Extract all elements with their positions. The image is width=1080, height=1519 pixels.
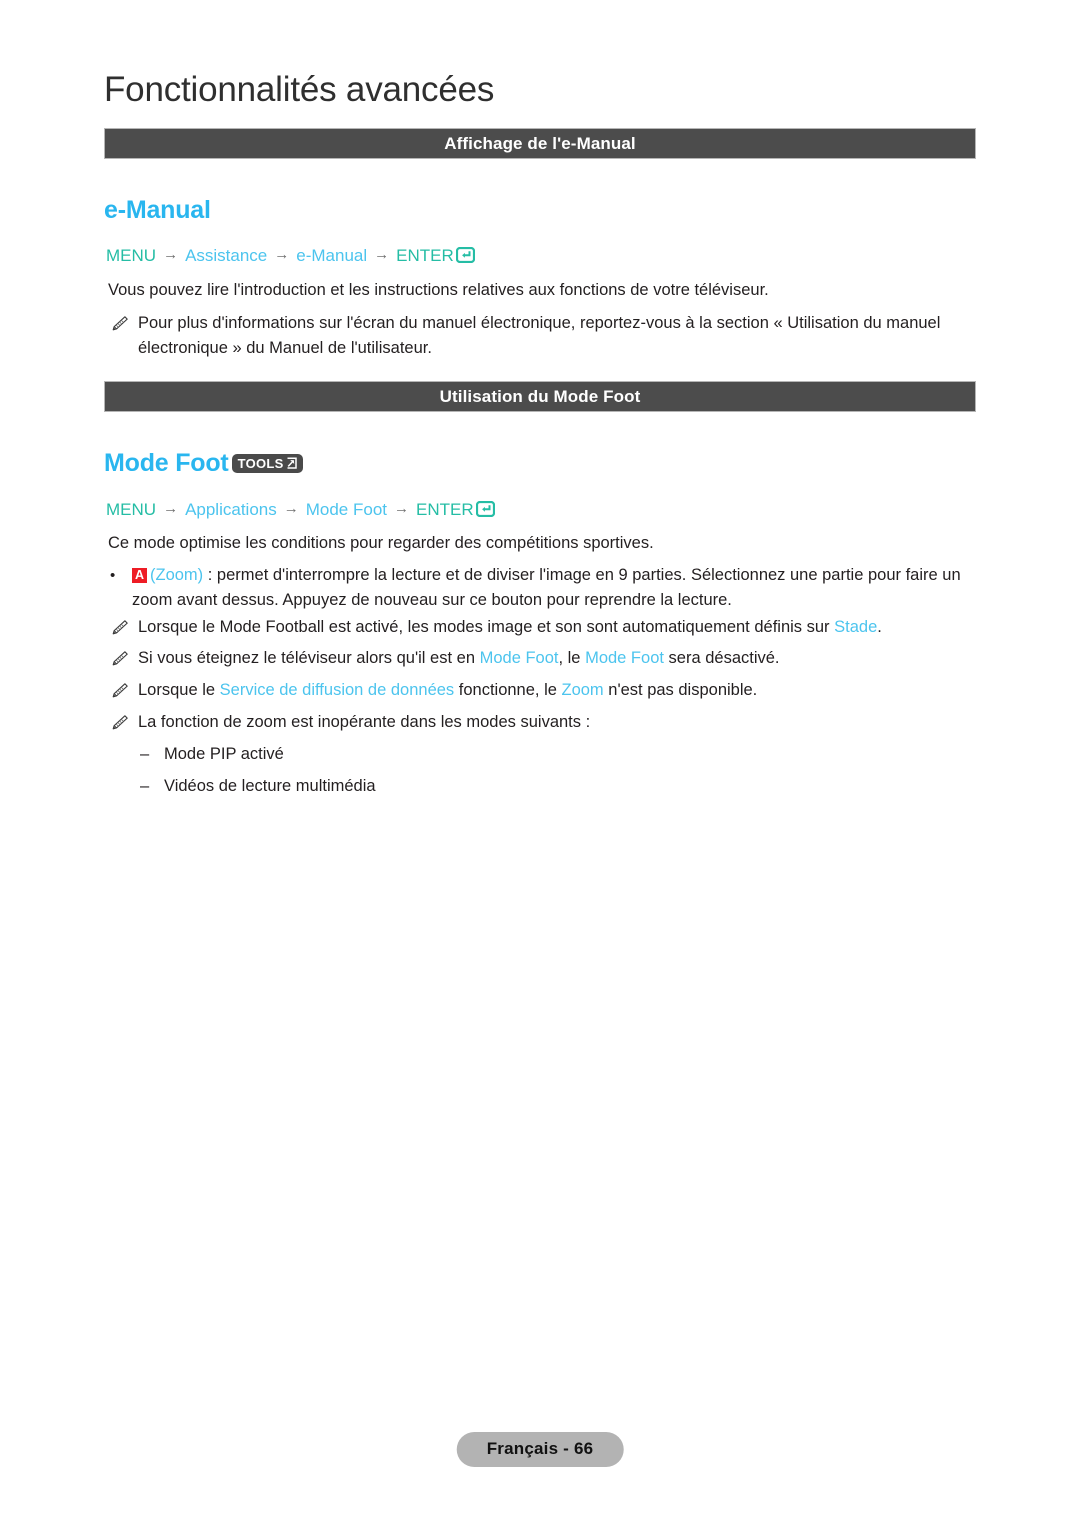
bullet-dot-icon: • bbox=[110, 567, 116, 584]
section-bar-modefoot: Utilisation du Mode Foot bbox=[104, 381, 976, 412]
path-step-emanual: e-Manual bbox=[296, 245, 368, 265]
dash-bullet-icon: – bbox=[140, 777, 150, 795]
path-arrow-icon: → bbox=[163, 246, 179, 263]
section-bar-label: Affichage de l'e-Manual bbox=[444, 133, 636, 153]
path-menu-label: MENU bbox=[106, 245, 157, 265]
intro-paragraph-modefoot: Ce mode optimise les conditions pour reg… bbox=[108, 534, 654, 552]
path-arrow-icon: → bbox=[274, 246, 290, 263]
path-enter-label: ENTER bbox=[396, 245, 454, 265]
manual-page: Fonctionnalités avancées Affichage de l'… bbox=[0, 0, 1080, 1519]
section-bar-emanual: Affichage de l'e-Manual bbox=[104, 128, 976, 159]
note-text: Pour plus d'informations sur l'écran du … bbox=[138, 314, 941, 357]
inline-text: La fonction de zoom est inopérante dans … bbox=[138, 713, 591, 731]
path-step-modefoot: Mode Foot bbox=[305, 499, 387, 519]
note-row: Lorsque le Service de diffusion de donné… bbox=[112, 678, 968, 703]
enter-return-icon bbox=[475, 500, 495, 522]
list-item: – Mode PIP activé bbox=[140, 742, 284, 767]
intro-paragraph-emanual: Vous pouvez lire l'introduction et les i… bbox=[108, 281, 769, 299]
pencil-note-icon bbox=[112, 681, 130, 706]
inline-term: Stade bbox=[834, 618, 878, 636]
path-enter-label: ENTER bbox=[416, 499, 474, 519]
feature-heading-text: Mode Foot bbox=[104, 449, 229, 477]
pencil-note-icon bbox=[112, 649, 130, 674]
path-arrow-icon: → bbox=[374, 246, 390, 263]
zoom-description: : permet d'interrompre la lecture et de … bbox=[132, 566, 961, 609]
inline-term: Zoom bbox=[561, 681, 604, 699]
path-arrow-icon: → bbox=[394, 500, 409, 517]
tools-badge[interactable]: TOOLS bbox=[231, 454, 303, 473]
list-item: – Vidéos de lecture multimédia bbox=[140, 774, 376, 799]
pencil-note-icon bbox=[112, 618, 130, 643]
tools-badge-label: TOOLS bbox=[237, 455, 284, 471]
list-item-label: Vidéos de lecture multimédia bbox=[164, 777, 376, 795]
note-text: Si vous éteignez le téléviseur alors qu'… bbox=[138, 646, 968, 671]
inline-text: Lorsque le Mode Football est activé, les… bbox=[138, 618, 835, 636]
tools-arrow-icon bbox=[285, 456, 298, 470]
note-text: Lorsque le Mode Football est activé, les… bbox=[138, 615, 968, 640]
section-bar-label: Utilisation du Mode Foot bbox=[439, 386, 641, 406]
path-menu-label: MENU bbox=[106, 499, 157, 519]
page-title: Fonctionnalités avancées bbox=[104, 70, 495, 109]
inline-term: Mode Foot bbox=[585, 649, 664, 667]
path-arrow-icon: → bbox=[163, 500, 179, 517]
dash-bullet-icon: – bbox=[140, 745, 150, 763]
inline-term: Service de diffusion de données bbox=[219, 681, 455, 699]
inline-text: Lorsque le bbox=[138, 681, 220, 699]
path-step-applications: Applications bbox=[185, 499, 277, 519]
note-text: La fonction de zoom est inopérante dans … bbox=[138, 710, 968, 735]
inline-text: . bbox=[877, 618, 882, 636]
pencil-note-icon bbox=[112, 314, 130, 339]
note-row: Lorsque le Mode Football est activé, les… bbox=[112, 615, 968, 640]
note-row: La fonction de zoom est inopérante dans … bbox=[112, 710, 968, 735]
note-row: Pour plus d'informations sur l'écran du … bbox=[112, 311, 968, 361]
inline-text: , le bbox=[558, 649, 586, 667]
list-item-text: A (Zoom) : permet d'interrompre la lectur… bbox=[132, 563, 968, 613]
feature-heading-emanual: e-Manual bbox=[104, 196, 211, 225]
enter-return-icon bbox=[455, 246, 475, 268]
list-item-label: Mode PIP activé bbox=[164, 745, 284, 763]
feature-heading-text: e-Manual bbox=[104, 196, 211, 224]
key-badge-a: A bbox=[132, 568, 147, 583]
inline-text: n'est pas disponible. bbox=[603, 681, 758, 699]
pencil-note-icon bbox=[112, 713, 130, 738]
menu-path-emanual: MENU → Assistance → e-Manual → ENTER bbox=[106, 245, 475, 266]
feature-heading-modefoot: Mode Foot TOOLS bbox=[104, 449, 303, 478]
note-text: Lorsque le Service de diffusion de donné… bbox=[138, 678, 968, 703]
menu-path-modefoot: MENU → Applications → Mode Foot → ENTER bbox=[106, 499, 495, 520]
page-footer-label: Français - 66 bbox=[456, 1432, 624, 1467]
path-step-assistance: Assistance bbox=[185, 245, 268, 265]
inline-text: sera désactivé. bbox=[663, 649, 780, 667]
inline-text: Si vous éteignez le téléviseur alors qu'… bbox=[138, 649, 480, 667]
path-arrow-icon: → bbox=[283, 500, 299, 517]
list-item: • A (Zoom) : permet d'interrompre la lect… bbox=[110, 563, 968, 613]
inline-text: fonctionne, le bbox=[454, 681, 562, 699]
zoom-term: (Zoom) bbox=[150, 566, 204, 584]
note-row: Si vous éteignez le téléviseur alors qu'… bbox=[112, 646, 968, 671]
inline-term: Mode Foot bbox=[479, 649, 559, 667]
